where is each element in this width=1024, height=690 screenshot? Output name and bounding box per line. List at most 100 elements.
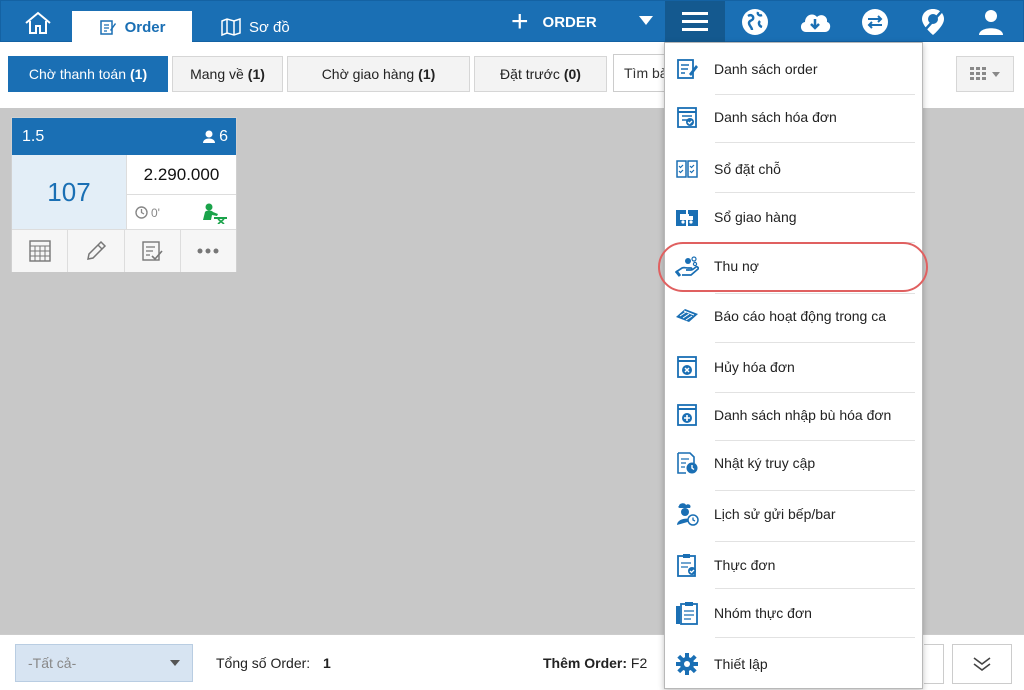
menu-item-label: Nhóm thực đơn (714, 605, 812, 621)
shift-report-icon (675, 304, 699, 328)
more-button[interactable] (180, 230, 236, 272)
menu-item-label: Danh sách order (714, 61, 818, 77)
menu-divider (715, 637, 915, 638)
tab-reserved[interactable]: Đặt trước (0) (474, 56, 607, 92)
guest-count: 6 (203, 128, 228, 146)
menu-item-label: Sổ giao hàng (714, 209, 797, 225)
view-mode-caret-icon (992, 71, 1000, 77)
calculator-icon (28, 240, 51, 262)
bottom-partial-button[interactable] (924, 644, 944, 684)
main-menu-button[interactable] (665, 1, 725, 43)
menu-divider (715, 142, 915, 143)
checklist-button[interactable] (124, 230, 181, 272)
menu-item-label: Danh sách nhập bù hóa đơn (714, 407, 892, 423)
edit-note-icon (99, 20, 116, 35)
menu-item-label: Lịch sử gửi bếp/bar (714, 506, 836, 522)
menu-item-menu[interactable]: Thực đơn (665, 541, 924, 589)
menu-item-label: Báo cáo hoạt động trong ca (714, 308, 887, 324)
tab-waiting-payment-label: Chờ thanh toán (28, 66, 126, 82)
menu-item-label: Hủy hóa đơn (714, 359, 795, 375)
menu-item-label: Thiết lập (714, 656, 768, 672)
tab-waiting-delivery-label: Chờ giao hàng (321, 66, 415, 82)
map-icon (221, 18, 241, 36)
grid-icon (970, 67, 986, 80)
checklist-icon (142, 241, 163, 261)
clock-icon (135, 206, 148, 219)
tab-waiting-payment[interactable]: Chờ thanh toán (1) (8, 56, 168, 92)
add-order-label: Thêm Order: (543, 655, 628, 671)
order-card-details: 2.290.000 0' (127, 155, 236, 229)
top-bar: Order Sơ đồ + ORDER (0, 0, 1024, 43)
menu-item-menu-group[interactable]: Nhóm thực đơn (665, 589, 924, 637)
menu-item-kitchen-history[interactable]: Lịch sử gửi bếp/bar (665, 490, 924, 538)
menu-item-label: Thực đơn (714, 557, 776, 573)
menu-item-invoice-list[interactable]: Danh sách hóa đơn (665, 93, 924, 141)
order-card-body: 107 2.290.000 0' (12, 155, 236, 230)
sync-button[interactable] (859, 6, 891, 38)
menu-item-reservation-book[interactable]: Sổ đặt chỗ (665, 145, 924, 193)
table-number: 1.5 (22, 127, 45, 145)
highlight-ring (658, 242, 928, 292)
total-orders-value: 1 (323, 655, 331, 671)
access-log-icon (675, 451, 699, 475)
tab-takeaway-count: (1) (247, 66, 265, 82)
plus-icon: + (511, 5, 529, 38)
main-menu-dropdown: Danh sách order Danh sách hóa đơn Sổ đặt… (658, 42, 928, 689)
tab-takeaway-label: Mang về (190, 66, 244, 82)
area-filter-value: -Tất cả- (28, 655, 77, 671)
double-chevron-down-icon (973, 657, 991, 671)
guest-icon (203, 130, 216, 143)
tab-reserved-label: Đặt trước (500, 66, 560, 82)
menu-item-label: Danh sách hóa đơn (714, 109, 837, 125)
home-icon (25, 11, 51, 34)
home-button[interactable] (11, 7, 65, 39)
menu-item-add-invoice-list[interactable]: Danh sách nhập bù hóa đơn (665, 391, 924, 439)
menu-item-settings[interactable]: Thiết lập (665, 640, 924, 688)
payment-button[interactable] (12, 230, 69, 272)
menu-item-order-list[interactable]: Danh sách order (665, 45, 924, 93)
cancel-invoice-icon (675, 355, 699, 379)
area-filter-select[interactable]: -Tất cả- (15, 644, 193, 682)
tab-map[interactable]: Sơ đồ (221, 11, 290, 43)
tab-reserved-count: (0) (563, 66, 581, 82)
tab-map-label: Sơ đồ (249, 18, 290, 36)
tab-waiting-delivery[interactable]: Chờ giao hàng (1) (287, 56, 470, 92)
waiter-icon (203, 203, 227, 224)
order-card-header: 1.5 6 (12, 118, 236, 155)
menu-clipboard-icon (675, 553, 699, 577)
guest-count-value: 6 (219, 127, 228, 145)
download-button[interactable] (797, 6, 833, 38)
pin-off-button[interactable] (917, 6, 949, 38)
chef-history-icon (675, 502, 699, 526)
add-order-key: F2 (630, 655, 648, 671)
menu-item-access-log[interactable]: Nhật ký truy cập (665, 439, 924, 487)
order-button-label: ORDER (542, 13, 597, 31)
user-icon (979, 10, 1003, 35)
order-card[interactable]: 1.5 6 107 2.290.000 0' (11, 117, 237, 272)
new-order-button[interactable]: + ORDER (511, 7, 597, 37)
add-order-hint: Thêm Order: F2 (543, 655, 665, 671)
invoice-list-icon (675, 105, 699, 129)
tab-order[interactable]: Order (72, 11, 192, 43)
tab-takeaway[interactable]: Mang về (1) (172, 56, 283, 92)
elapsed-time: 0' (135, 206, 160, 220)
total-orders-label: Tổng số Order: (216, 655, 311, 671)
menu-item-label: Sổ đặt chỗ (714, 161, 781, 177)
settings-gear-icon (675, 652, 699, 676)
more-dots-icon (197, 248, 219, 254)
expand-button[interactable] (952, 644, 1012, 684)
edit-order-button[interactable] (68, 230, 125, 272)
view-mode-button[interactable] (956, 56, 1014, 92)
menu-item-cancel-invoice[interactable]: Hủy hóa đơn (665, 343, 924, 391)
reservation-book-icon (675, 157, 699, 181)
order-dropdown-caret-icon[interactable] (639, 16, 653, 25)
pin-off-icon (922, 9, 944, 35)
menu-item-shift-report[interactable]: Báo cáo hoạt động trong ca (665, 292, 924, 340)
delivery-book-icon (675, 205, 699, 229)
order-list-icon (675, 57, 699, 81)
user-button[interactable] (975, 6, 1007, 38)
tab-waiting-payment-count: (1) (130, 66, 148, 82)
menu-item-delivery-book[interactable]: Sổ giao hàng (665, 193, 924, 241)
globe-button[interactable] (739, 6, 771, 38)
tab-order-label: Order (124, 18, 166, 36)
